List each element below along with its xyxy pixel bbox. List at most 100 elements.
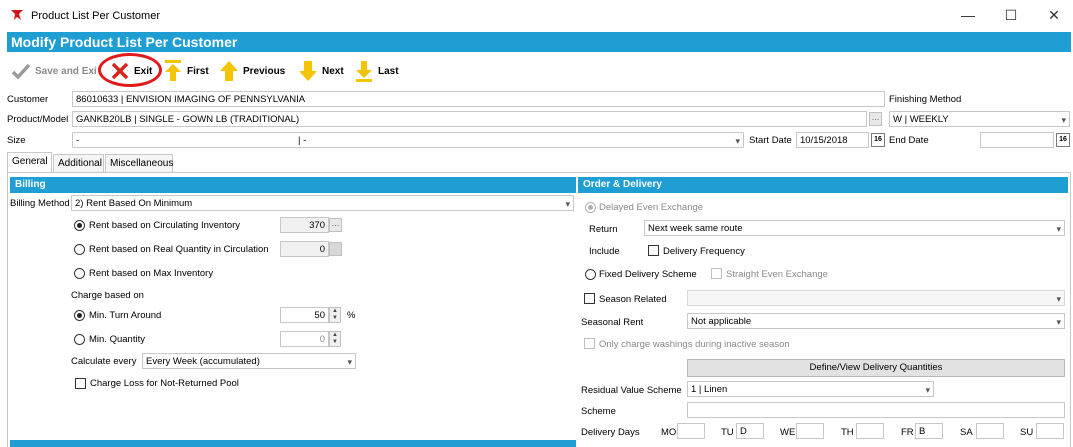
maximize-button[interactable]: ☐	[1000, 4, 1022, 26]
min-qty-radio[interactable]	[74, 334, 85, 345]
return-label: Return	[589, 224, 618, 235]
charge-based-on-label: Charge based on	[71, 290, 144, 301]
billing-method-select[interactable]: 2) Rent Based On Minimum ▾	[71, 195, 574, 211]
finishing-label: Finishing Method	[889, 94, 962, 105]
only-charge-checkbox[interactable]	[584, 338, 595, 349]
min-qty-stepper[interactable]: ▲ ▼	[329, 331, 341, 347]
minimize-button[interactable]: —	[957, 4, 979, 26]
chevron-down-icon: ▾	[735, 136, 740, 146]
day-field-th[interactable]	[856, 423, 884, 439]
size-select[interactable]: - | - ▾	[72, 132, 744, 148]
finishing-select[interactable]: W | WEEKLY ▾	[889, 111, 1070, 127]
scheme-label: Scheme	[581, 406, 616, 417]
tab-miscellaneous[interactable]: Miscellaneous	[105, 154, 173, 172]
fixed-delivery-radio[interactable]	[585, 269, 596, 280]
min-qty-input[interactable]: 0	[280, 331, 329, 347]
day-code-sa: SA	[960, 427, 973, 438]
start-date-field[interactable]: 10/15/2018	[796, 132, 869, 148]
straight-exchange-checkbox[interactable]	[711, 268, 722, 279]
min-turn-stepper[interactable]: ▲ ▼	[329, 307, 341, 323]
seasonal-rent-label: Seasonal Rent	[581, 317, 644, 328]
rent-max-radio[interactable]	[74, 268, 85, 279]
customer-label: Customer	[7, 94, 49, 105]
day-code-th: TH	[841, 427, 854, 438]
seasonal-rent-value: Not applicable	[691, 316, 752, 327]
previous-button[interactable]: Previous	[219, 60, 285, 82]
rent-circulating-value: 370	[280, 217, 329, 233]
save-exit-button[interactable]: Save and Exit	[11, 60, 97, 82]
return-select[interactable]: Next week same route ▾	[644, 220, 1065, 236]
window-title: Product List Per Customer	[31, 10, 160, 22]
highlight-circle	[98, 53, 162, 87]
app-logo-icon	[11, 10, 23, 20]
min-turn-radio[interactable]	[74, 310, 85, 321]
percent-label: %	[347, 310, 356, 321]
charge-loss-checkbox[interactable]	[75, 378, 86, 389]
size-value-b: | -	[298, 135, 307, 146]
min-turn-input[interactable]: 50	[280, 307, 329, 323]
day-code-su: SU	[1020, 427, 1034, 438]
day-field-we[interactable]	[796, 423, 824, 439]
day-field-sa[interactable]	[976, 423, 1004, 439]
day-field-su[interactable]	[1036, 423, 1064, 439]
end-date-calendar-icon[interactable]: 16	[1056, 133, 1070, 147]
product-field[interactable]: GANKB20LB | SINGLE - GOWN LB (TRADITIONA…	[72, 111, 867, 127]
product-lookup-button[interactable]: …	[869, 112, 882, 126]
min-qty-label: Min. Quantity	[89, 334, 145, 345]
start-date-calendar-icon[interactable]: 16	[871, 133, 885, 147]
day-field-fr[interactable]: B	[915, 423, 943, 439]
seasonal-rent-select[interactable]: Not applicable ▾	[687, 313, 1065, 329]
day-field-mo[interactable]	[677, 423, 705, 439]
checkmark-icon	[11, 63, 31, 80]
chevron-down-icon: ▾	[1056, 317, 1061, 327]
only-charge-label: Only charge washings during inactive sea…	[599, 339, 790, 350]
calculate-every-value: Every Week (accumulated)	[146, 356, 260, 367]
tab-general[interactable]: General	[7, 152, 52, 172]
day-code-fr: FR	[901, 427, 914, 438]
rent-real-label: Rent based on Real Quantity in Circulati…	[89, 244, 269, 255]
arrow-up-icon	[220, 61, 238, 81]
rent-real-lookup-button[interactable]	[329, 242, 342, 256]
day-field-tu[interactable]: D	[736, 423, 764, 439]
size-label: Size	[7, 135, 26, 146]
arrow-down-last-icon	[356, 61, 372, 82]
last-button[interactable]: Last	[354, 60, 399, 82]
order-delivery-header: Order & Delivery	[578, 177, 1068, 193]
arrow-down-icon	[299, 61, 317, 81]
rent-circulating-lookup-button[interactable]: …	[329, 218, 342, 232]
rent-max-label: Rent based on Max Inventory	[89, 268, 214, 279]
delivery-days-label: Delivery Days	[581, 427, 640, 438]
billing-footer-bar	[10, 440, 576, 447]
include-label: Include	[589, 246, 620, 257]
min-turn-label: Min. Turn Around	[89, 310, 162, 321]
delayed-exchange-radio[interactable]	[585, 202, 596, 213]
delayed-exchange-label: Delayed Even Exchange	[599, 202, 704, 213]
season-related-select[interactable]: ▾	[687, 290, 1065, 306]
tab-additional[interactable]: Additional	[53, 154, 104, 172]
straight-exchange-label: Straight Even Exchange	[726, 269, 828, 280]
calculate-every-label: Calculate every	[71, 356, 137, 367]
page-title: Modify Product List Per Customer	[11, 34, 238, 50]
season-related-label: Season Related	[599, 294, 667, 305]
next-button[interactable]: Next	[298, 60, 344, 82]
chevron-down-icon: ▾	[1056, 224, 1061, 234]
chevron-down-icon: ▾	[1061, 115, 1066, 125]
end-date-field[interactable]	[980, 132, 1054, 148]
customer-field[interactable]: 86010633 | ENVISION IMAGING OF PENNSYLVA…	[72, 91, 885, 107]
residual-scheme-label: Residual Value Scheme	[581, 385, 682, 396]
rent-real-radio[interactable]	[74, 244, 85, 255]
chevron-down-icon: ▾	[1056, 294, 1061, 304]
delivery-frequency-checkbox[interactable]	[648, 245, 659, 256]
define-delivery-quantities-button[interactable]: Define/View Delivery Quantities	[687, 359, 1065, 377]
close-button[interactable]: ✕	[1043, 4, 1065, 26]
return-value: Next week same route	[648, 223, 743, 234]
residual-scheme-select[interactable]: 1 | Linen ▾	[687, 381, 934, 397]
season-related-checkbox[interactable]	[584, 293, 595, 304]
scheme-field[interactable]	[687, 402, 1065, 418]
rent-circulating-radio[interactable]	[74, 220, 85, 231]
calculate-every-select[interactable]: Every Week (accumulated) ▾	[142, 353, 356, 369]
previous-label: Previous	[243, 65, 286, 77]
last-label: Last	[378, 65, 399, 77]
first-button[interactable]: First	[163, 60, 209, 82]
chevron-down-icon: ▾	[925, 385, 930, 395]
